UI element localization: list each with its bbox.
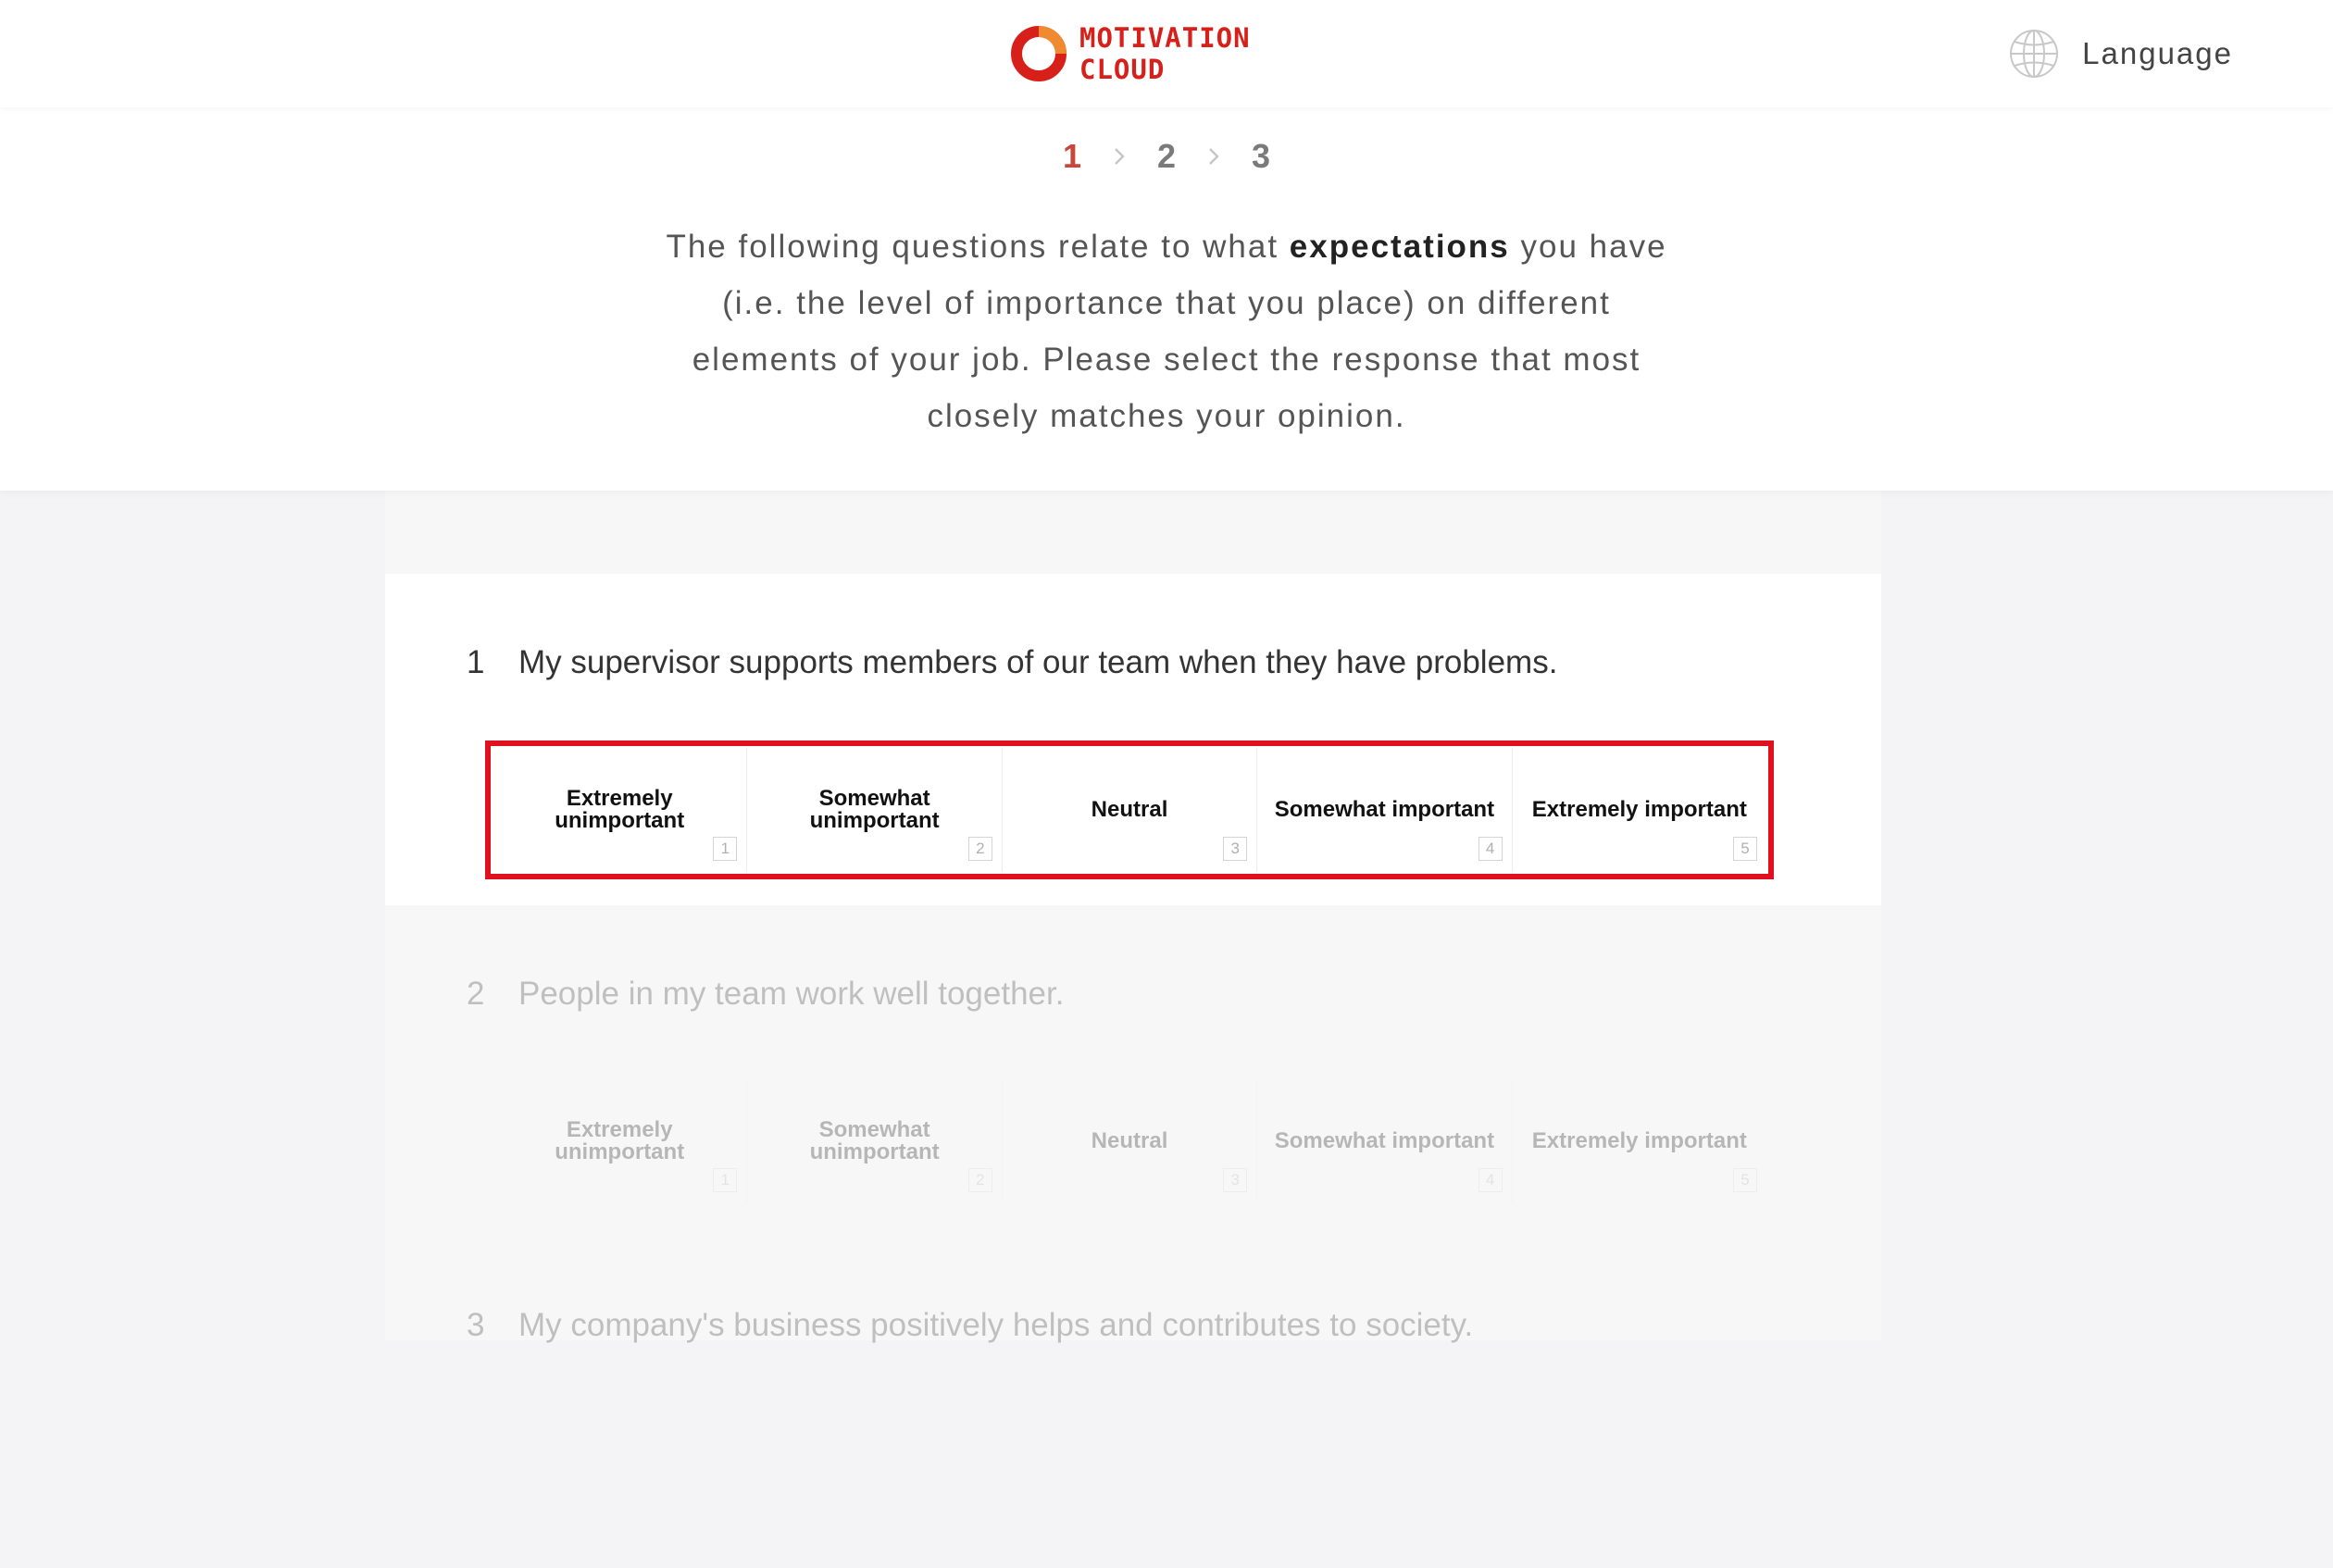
logo-text: MOTIVATION CLOUD bbox=[1079, 22, 1251, 85]
option-label: Neutral bbox=[1091, 797, 1168, 822]
logo[interactable]: MOTIVATION CLOUD bbox=[1009, 20, 1251, 87]
step-1[interactable]: 1 bbox=[1063, 137, 1081, 176]
option-label: Somewhat important bbox=[1274, 797, 1495, 822]
option-label: Extremely unimportant bbox=[555, 1117, 685, 1164]
chevron-right-icon bbox=[1209, 148, 1219, 165]
logo-line-1: MOTIVATION bbox=[1079, 22, 1251, 54]
option-label: Somewhat unimportant bbox=[809, 786, 940, 833]
option-label: Extremely important bbox=[1531, 1128, 1747, 1153]
option-number: 3 bbox=[1223, 1168, 1248, 1192]
option-label: Neutral bbox=[1091, 1128, 1168, 1153]
question-title: 1 My supervisor supports members of our t… bbox=[467, 644, 1557, 681]
option-number: 1 bbox=[713, 837, 738, 861]
step-indicator: 1 2 3 bbox=[0, 137, 2333, 176]
question-number: 3 bbox=[467, 1307, 485, 1343]
option-number: 3 bbox=[1223, 837, 1248, 861]
response-scale: Extremely unimportant 1 Somewhat unimpor… bbox=[493, 1079, 1766, 1203]
intro-text-bold: expectations bbox=[1289, 229, 1510, 265]
chevron-right-icon bbox=[1115, 148, 1125, 165]
option-somewhat-important[interactable]: Somewhat important 4 bbox=[1257, 1079, 1513, 1203]
globe-icon bbox=[2010, 30, 2059, 78]
option-number: 4 bbox=[1478, 837, 1503, 861]
question-number: 1 bbox=[467, 644, 485, 680]
option-label: Extremely important bbox=[1531, 797, 1747, 822]
option-extremely-important[interactable]: Extremely important 5 bbox=[1513, 1079, 1766, 1203]
question-text: My supervisor supports members of our te… bbox=[518, 644, 1558, 680]
language-selector[interactable]: Language bbox=[2008, 28, 2233, 80]
question-number: 2 bbox=[467, 976, 485, 1012]
question-2: 2 People in my team work well together. E… bbox=[385, 905, 1881, 1237]
option-number: 5 bbox=[1733, 837, 1758, 861]
option-somewhat-important[interactable]: Somewhat important 4 bbox=[1257, 748, 1513, 872]
option-number: 5 bbox=[1733, 1168, 1758, 1192]
option-neutral[interactable]: Neutral 3 bbox=[1003, 1079, 1258, 1203]
option-extremely-important[interactable]: Extremely important 5 bbox=[1513, 748, 1766, 872]
option-number: 1 bbox=[713, 1168, 738, 1192]
option-label: Somewhat unimportant bbox=[809, 1117, 940, 1164]
question-3: 3 My company's business positively helps … bbox=[385, 1237, 1881, 1568]
option-extremely-unimportant[interactable]: Extremely unimportant 1 bbox=[493, 1079, 748, 1203]
question-title: 2 People in my team work well together. bbox=[467, 976, 1064, 1013]
language-label: Language bbox=[2082, 36, 2233, 70]
option-number: 4 bbox=[1478, 1168, 1503, 1192]
step-3[interactable]: 3 bbox=[1252, 137, 1270, 176]
question-text: People in my team work well together. bbox=[518, 976, 1065, 1012]
question-1: 1 My supervisor supports members of our t… bbox=[385, 574, 1881, 905]
question-title: 3 My company's business positively helps … bbox=[467, 1307, 1473, 1344]
option-number: 2 bbox=[967, 837, 992, 861]
red-ring-icon bbox=[1009, 24, 1068, 83]
top-bar: MOTIVATION CLOUD Language bbox=[0, 0, 2333, 107]
option-somewhat-unimportant[interactable]: Somewhat unimportant 2 bbox=[747, 748, 1003, 872]
intro-text-before: The following questions relate to what bbox=[666, 229, 1290, 265]
intro-panel: 1 2 3 The following questions relate to … bbox=[0, 107, 2333, 491]
logo-line-2: CLOUD bbox=[1079, 54, 1166, 85]
option-label: Extremely unimportant bbox=[555, 786, 685, 833]
option-somewhat-unimportant[interactable]: Somewhat unimportant 2 bbox=[747, 1079, 1003, 1203]
response-scale: Extremely unimportant 1 Somewhat unimpor… bbox=[485, 740, 1774, 879]
survey-column: 1 My supervisor supports members of our t… bbox=[385, 491, 1881, 1343]
option-neutral[interactable]: Neutral 3 bbox=[1003, 748, 1258, 872]
intro-instructions: The following questions relate to what e… bbox=[648, 218, 1685, 444]
step-2[interactable]: 2 bbox=[1157, 137, 1176, 176]
option-number: 2 bbox=[967, 1168, 992, 1192]
option-label: Somewhat important bbox=[1274, 1128, 1495, 1153]
question-text: My company's business positively helps a… bbox=[518, 1307, 1474, 1343]
option-extremely-unimportant[interactable]: Extremely unimportant 1 bbox=[493, 748, 748, 872]
